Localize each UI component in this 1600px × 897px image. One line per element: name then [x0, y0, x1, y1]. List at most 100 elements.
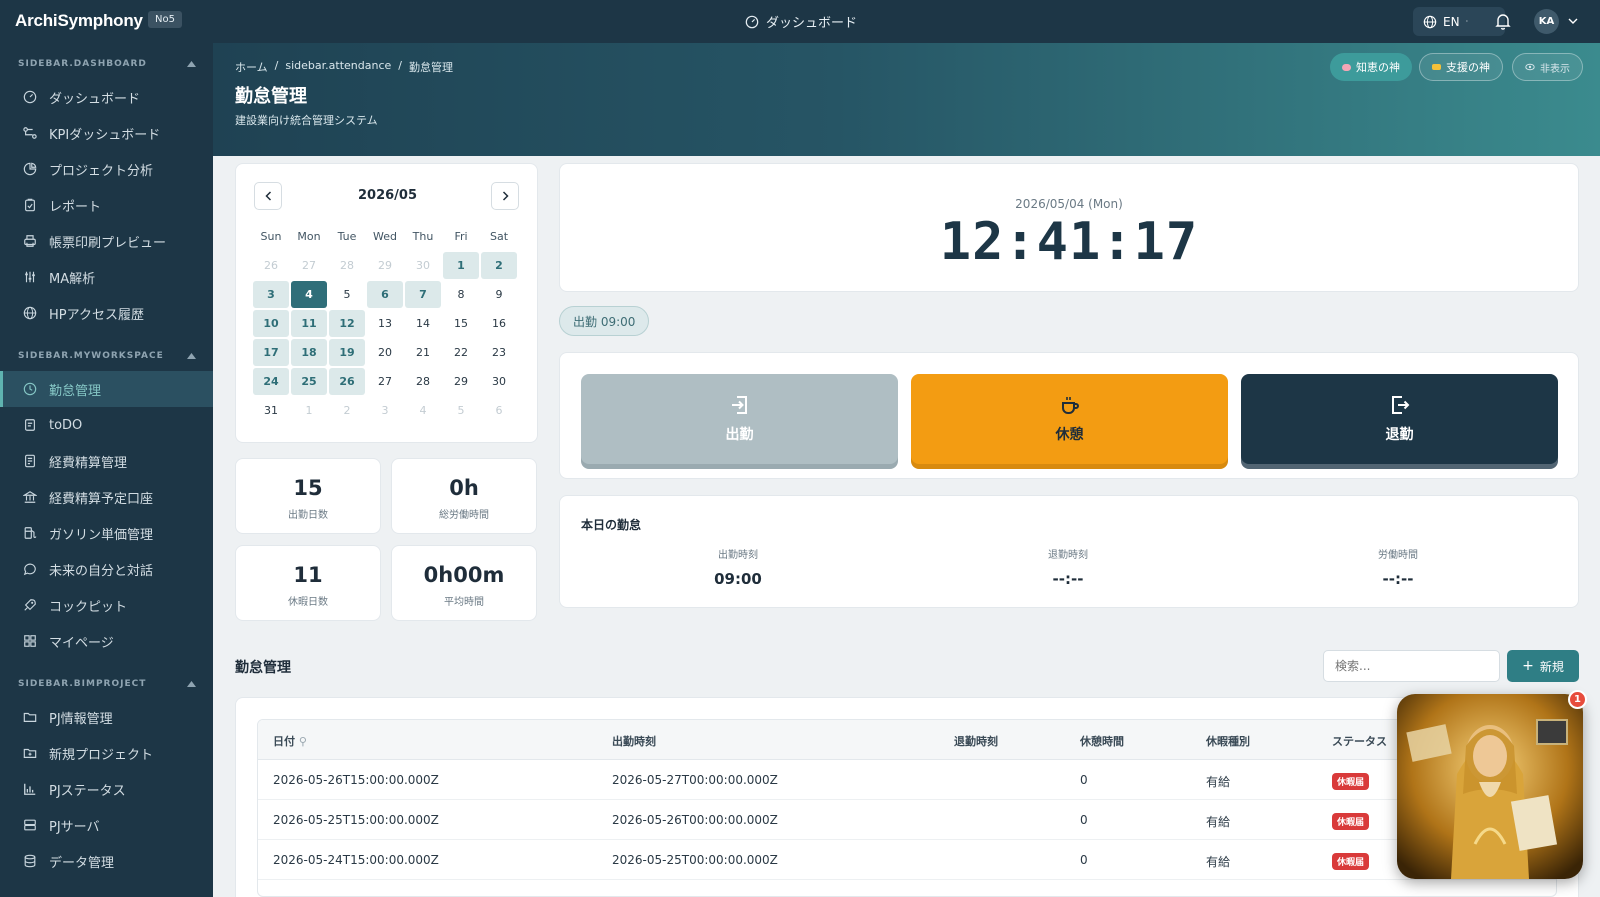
- table-row[interactable]: 2026-05-26T15:00:00.000Z 2026-05-27T00:0…: [258, 760, 1556, 800]
- sidebar-item-pj-server[interactable]: PJサーバ: [0, 807, 213, 843]
- calendar-day[interactable]: 20: [367, 339, 403, 366]
- calendar-day[interactable]: 26: [329, 368, 365, 395]
- calendar-day[interactable]: 27: [291, 252, 327, 279]
- sidebar-item-attendance[interactable]: 勤怠管理: [0, 371, 213, 407]
- chevron-down-icon[interactable]: [1568, 17, 1578, 25]
- calendar-day[interactable]: 17: [253, 339, 289, 366]
- sidebar-item-dashboard[interactable]: ダッシュボード: [0, 79, 213, 115]
- sidebar-item-reports[interactable]: レポート: [0, 187, 213, 223]
- sidebar-item-future-self-chat[interactable]: 未来の自分と対話: [0, 551, 213, 587]
- user-avatar[interactable]: KA: [1534, 9, 1559, 34]
- table-header: 日付 ⚲ 出勤時刻 退勤時刻 休憩時間 休暇種別 ステータス: [258, 720, 1556, 760]
- table-row[interactable]: 2026-05-24T15:00:00.000Z 2026-05-25T00:0…: [258, 840, 1556, 880]
- calendar-day[interactable]: 29: [443, 368, 479, 395]
- new-record-button[interactable]: + 新規: [1507, 650, 1579, 682]
- calendar-day[interactable]: 21: [405, 339, 441, 366]
- calendar-day[interactable]: 26: [253, 252, 289, 279]
- calendar-day[interactable]: 19: [329, 339, 365, 366]
- clock-out-button[interactable]: 退勤: [1241, 374, 1558, 464]
- wisdom-god-button[interactable]: 知恵の神: [1330, 53, 1412, 81]
- calendar-day[interactable]: 9: [481, 281, 517, 308]
- breadcrumb-home[interactable]: ホーム: [235, 59, 268, 75]
- calendar-day[interactable]: 31: [253, 397, 289, 424]
- stat-value: 15: [293, 476, 323, 500]
- calendar-day[interactable]: 8: [443, 281, 479, 308]
- calendar-weekday: Sat: [489, 230, 509, 243]
- bell-icon[interactable]: [1495, 13, 1511, 30]
- calendar-day[interactable]: 30: [481, 368, 517, 395]
- calendar-day[interactable]: 3: [367, 397, 403, 424]
- calendar-day[interactable]: 2: [329, 397, 365, 424]
- sidebar-item-pj-status[interactable]: PJステータス: [0, 771, 213, 807]
- sidebar-item-cockpit[interactable]: コックピット: [0, 587, 213, 623]
- calendar-day[interactable]: 4: [405, 397, 441, 424]
- calendar-day[interactable]: 22: [443, 339, 479, 366]
- sidebar-item-data-management[interactable]: データ管理: [0, 843, 213, 879]
- calendar-day[interactable]: 12: [329, 310, 365, 337]
- sidebar-item-print-preview[interactable]: 帳票印刷プレビュー: [0, 223, 213, 259]
- calendar-day-selected[interactable]: 4: [291, 281, 327, 308]
- calendar-weekday: Wed: [373, 230, 397, 243]
- calendar-day[interactable]: 7: [405, 281, 441, 308]
- hide-button[interactable]: 非表示: [1512, 53, 1583, 81]
- sidebar-item-mypage[interactable]: マイページ: [0, 623, 213, 659]
- sidebar-item-expense-account[interactable]: 経費精算予定口座: [0, 479, 213, 515]
- calendar-next-button[interactable]: [491, 182, 519, 210]
- column-header-date[interactable]: 日付 ⚲: [273, 733, 307, 749]
- calendar-day[interactable]: 5: [443, 397, 479, 424]
- calendar-weekday: Mon: [297, 230, 321, 243]
- gauge-icon: [745, 15, 759, 29]
- breadcrumb-attendance[interactable]: sidebar.attendance: [285, 59, 391, 75]
- sidebar-item-todo[interactable]: toDO: [0, 407, 213, 443]
- column-header-break: 休憩時間: [1080, 735, 1124, 748]
- calendar-day[interactable]: 6: [481, 397, 517, 424]
- sidebar-section-myworkspace[interactable]: SIDEBAR.MYWORKSPACE: [18, 351, 196, 361]
- calendar-day[interactable]: 23: [481, 339, 517, 366]
- sidebar-item-project-analysis[interactable]: プロジェクト分析: [0, 151, 213, 187]
- calendar-day[interactable]: 18: [291, 339, 327, 366]
- calendar-day[interactable]: 3: [253, 281, 289, 308]
- calendar-day[interactable]: 27: [367, 368, 403, 395]
- brand-logo[interactable]: ArchiSymphony: [15, 11, 143, 31]
- sidebar-section-dashboard[interactable]: SIDEBAR.DASHBOARD: [18, 59, 196, 69]
- calendar-day[interactable]: 13: [367, 310, 403, 337]
- calendar-day[interactable]: 15: [443, 310, 479, 337]
- stat-card-total-hours: 0h 総労働時間: [391, 458, 537, 534]
- calendar-day[interactable]: 16: [481, 310, 517, 337]
- search-input[interactable]: [1323, 650, 1500, 682]
- sidebar-item-ma-analysis[interactable]: MA解析: [0, 259, 213, 295]
- sidebar-section-bimproject[interactable]: SIDEBAR.BIMPROJECT: [18, 679, 196, 689]
- table-row[interactable]: [258, 880, 1556, 896]
- language-selector[interactable]: EN ·: [1413, 7, 1505, 36]
- calendar-day[interactable]: 30: [405, 252, 441, 279]
- breadcrumb-current: 勤怠管理: [409, 61, 453, 74]
- calendar-day[interactable]: 1: [291, 397, 327, 424]
- sidebar-item-expense[interactable]: 経費精算管理: [0, 443, 213, 479]
- globe-icon: [23, 306, 37, 320]
- sidebar-item-new-project[interactable]: 新規プロジェクト: [0, 735, 213, 771]
- calendar-day[interactable]: 28: [405, 368, 441, 395]
- sidebar-item-fuel-price[interactable]: ガソリン単価管理: [0, 515, 213, 551]
- calendar-day[interactable]: 10: [253, 310, 289, 337]
- calendar-day[interactable]: 29: [367, 252, 403, 279]
- calendar-day[interactable]: 2: [481, 252, 517, 279]
- today-work-hours: 労働時間 --:--: [1338, 546, 1458, 588]
- calendar-day[interactable]: 5: [329, 281, 365, 308]
- calendar-day[interactable]: 24: [253, 368, 289, 395]
- sidebar-item-kpi-dashboard[interactable]: KPIダッシュボード: [0, 115, 213, 151]
- clock-in-button[interactable]: 出勤: [581, 374, 898, 464]
- calendar-day[interactable]: 1: [443, 252, 479, 279]
- break-button[interactable]: 休憩: [911, 374, 1228, 464]
- calendar-day[interactable]: 14: [405, 310, 441, 337]
- calendar-day[interactable]: 28: [329, 252, 365, 279]
- calendar-day[interactable]: 25: [291, 368, 327, 395]
- stat-value: 0h: [449, 476, 479, 500]
- support-god-button[interactable]: 支援の神: [1419, 53, 1503, 81]
- sidebar-item-hp-access[interactable]: HPアクセス履歴: [0, 295, 213, 331]
- calendar-day[interactable]: 6: [367, 281, 403, 308]
- page-title: 勤怠管理: [235, 86, 307, 107]
- calendar-day[interactable]: 11: [291, 310, 327, 337]
- table-row[interactable]: 2026-05-25T15:00:00.000Z 2026-05-26T00:0…: [258, 800, 1556, 840]
- sidebar-item-pj-info[interactable]: PJ情報管理: [0, 699, 213, 735]
- ai-assistant-avatar[interactable]: [1397, 694, 1583, 879]
